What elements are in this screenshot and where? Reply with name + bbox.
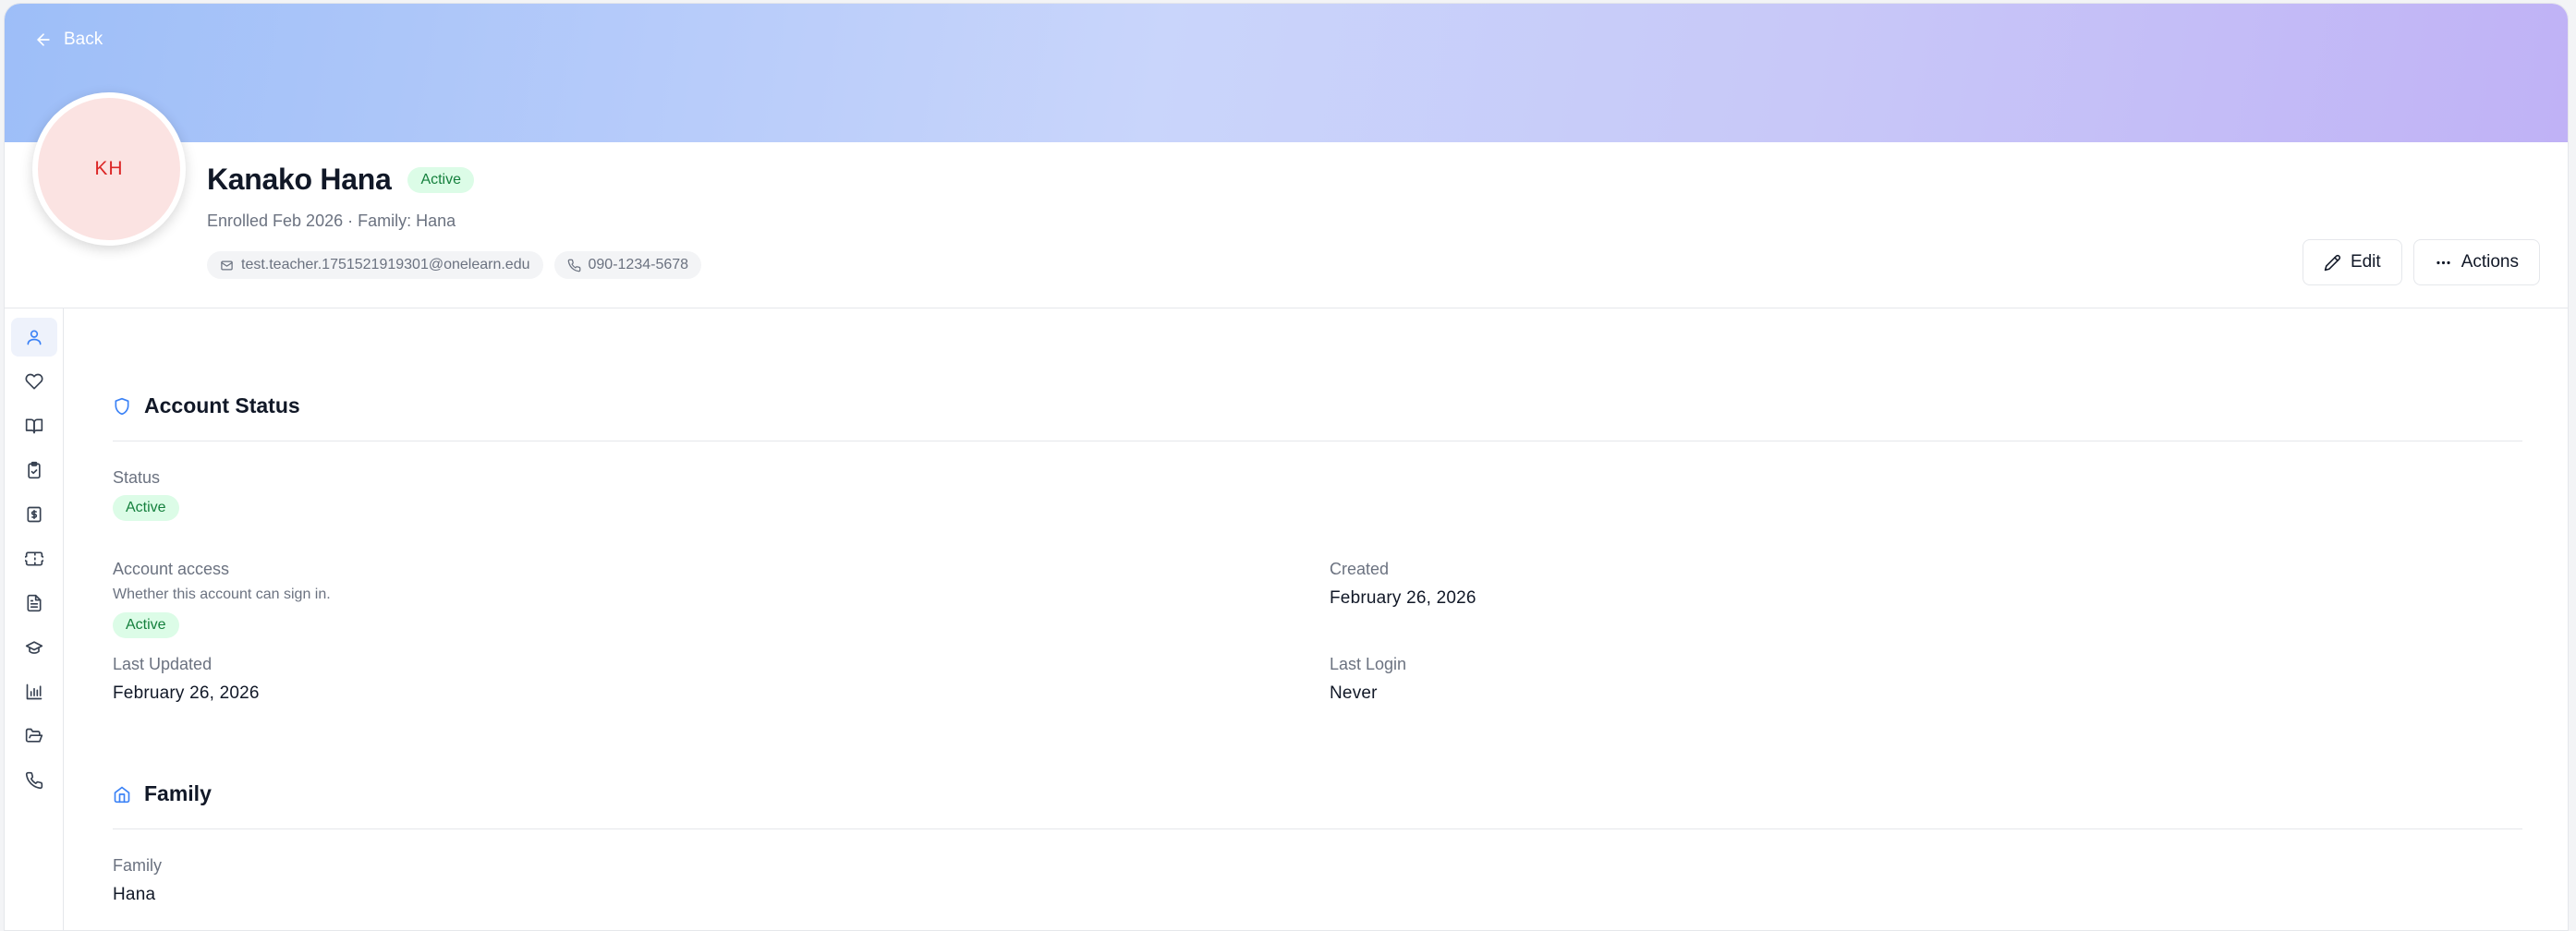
heart-icon (25, 373, 43, 390)
last-login-label: Last Login (1330, 655, 1407, 673)
account-status-title: Account Status (144, 393, 300, 417)
edit-label: Edit (2350, 252, 2381, 272)
last-updated-value: February 26, 2026 (113, 683, 260, 703)
mail-icon (221, 260, 233, 270)
section-divider (113, 828, 2522, 829)
sidebar-item-tickets[interactable] (11, 539, 57, 578)
edit-button[interactable]: Edit (2302, 239, 2402, 285)
last-updated-label: Last Updated (113, 655, 213, 673)
actions-button[interactable]: Actions (2412, 239, 2540, 285)
account-access-label: Account access (113, 560, 230, 578)
profile-card: Back KH Kanako Hana Active Enrolled Feb … (4, 3, 2569, 931)
section-sidebar (5, 308, 64, 930)
phone-icon (25, 771, 43, 790)
profile-header-info: Kanako Hana Active Enrolled Feb 2026 · F… (207, 163, 702, 279)
dollar-receipt-icon (27, 506, 41, 523)
user-icon (27, 330, 42, 345)
created-value: February 26, 2026 (1330, 588, 1476, 608)
account-access-help: Whether this account can sign in. (113, 586, 331, 602)
sidebar-item-courses[interactable] (11, 406, 57, 445)
profile-banner (5, 4, 2568, 142)
profile-name: Kanako Hana (207, 163, 392, 196)
graduation-cap-icon (25, 641, 43, 654)
status-field: Status Active (113, 468, 179, 521)
family-value[interactable]: Hana (113, 885, 162, 905)
more-horizontal-icon (2436, 260, 2450, 264)
avatar: KH (32, 92, 186, 246)
sidebar-item-contact[interactable] (11, 761, 57, 800)
shield-icon (115, 397, 129, 415)
back-button[interactable]: Back (34, 30, 103, 50)
status-label: Status (113, 468, 161, 487)
ticket-icon (24, 551, 43, 566)
family-label: Family (113, 856, 162, 875)
folder-open-icon (25, 728, 43, 743)
status-badge: Active (407, 166, 475, 193)
bar-chart-icon (26, 683, 42, 700)
sidebar-item-health[interactable] (11, 362, 57, 401)
clipboard-check-icon (27, 461, 41, 479)
sidebar-item-attendance[interactable] (11, 451, 57, 490)
last-updated-field: Last Updated February 26, 2026 (113, 655, 260, 704)
last-login-value: Never (1330, 683, 1378, 703)
actions-label: Actions (2461, 252, 2519, 272)
email-text: test.teacher.1751521919301@onelearn.edu (241, 257, 530, 272)
pencil-icon (2324, 254, 2340, 271)
sidebar-item-files[interactable] (11, 717, 57, 756)
account-status-heading: Account Status (113, 393, 2522, 418)
family-title: Family (144, 781, 212, 805)
sidebar-item-billing[interactable] (11, 495, 57, 534)
account-access-field: Account access Whether this account can … (113, 560, 331, 638)
enrollment-info: Enrolled Feb 2026 · Family: Hana (207, 212, 456, 230)
last-login-field: Last Login Never (1330, 655, 1406, 704)
family-field: Family Hana (113, 856, 162, 905)
phone-icon (567, 259, 580, 272)
phone-text: 090-1234-5678 (588, 257, 689, 272)
back-label: Back (64, 30, 103, 49)
header-actions: Edit Actions (2302, 239, 2540, 285)
status-value-badge: Active (113, 495, 179, 521)
home-icon (114, 786, 130, 803)
email-chip[interactable]: test.teacher.1751521919301@onelearn.edu (207, 251, 543, 279)
sidebar-item-academics[interactable] (11, 628, 57, 667)
phone-chip[interactable]: 090-1234-5678 (553, 251, 702, 279)
sidebar-item-reports[interactable] (11, 672, 57, 711)
created-field: Created February 26, 2026 (1330, 560, 1476, 609)
sidebar-item-documents[interactable] (11, 584, 57, 623)
account-access-badge[interactable]: Active (113, 612, 179, 638)
book-open-icon (25, 418, 43, 434)
created-label: Created (1330, 560, 1390, 578)
arrow-left-icon (37, 33, 50, 46)
file-text-icon (27, 594, 42, 612)
sidebar-item-profile[interactable] (10, 318, 57, 357)
family-heading: Family (113, 781, 2522, 806)
avatar-initials: KH (94, 158, 124, 179)
